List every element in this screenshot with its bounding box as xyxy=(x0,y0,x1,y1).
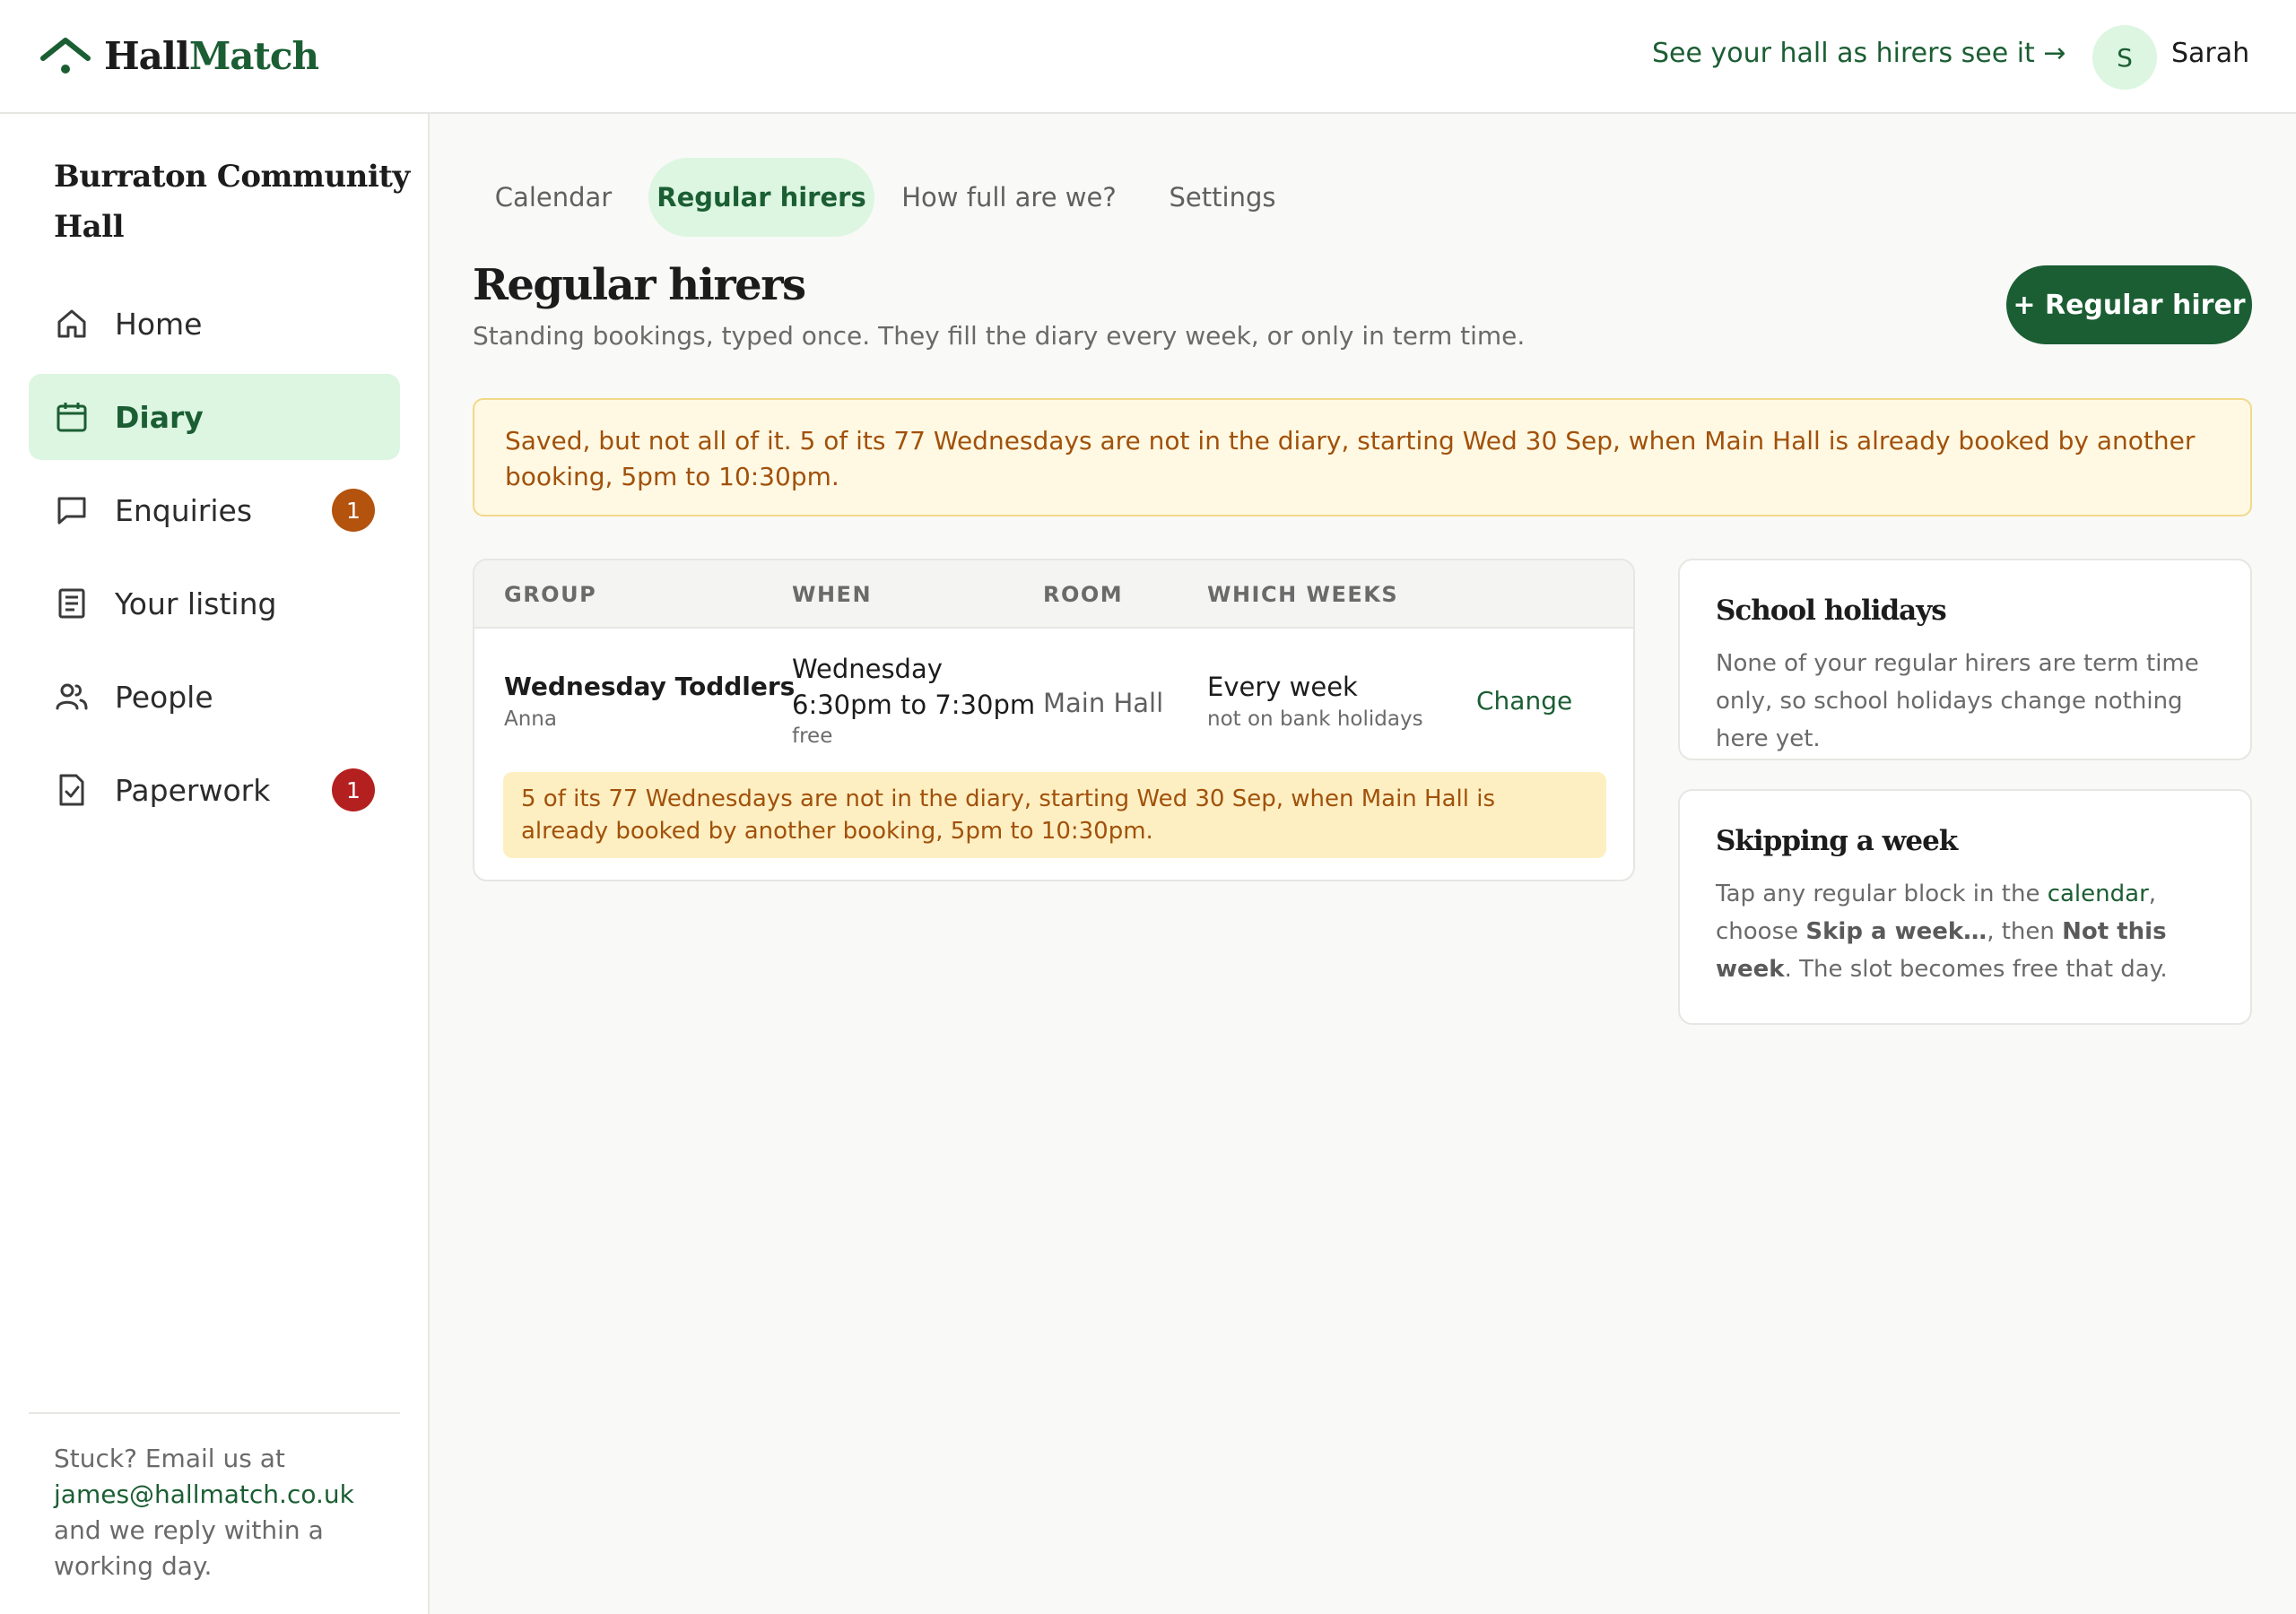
tab-how-full[interactable]: How full are we? xyxy=(892,158,1126,237)
calendar-icon xyxy=(57,403,87,432)
regular-hirers-table: GROUP WHEN ROOM WHICH WEEKS Wednesday To… xyxy=(473,559,1635,881)
partial-save-alert: Saved, but not all of it. 5 of its 77 We… xyxy=(473,398,2252,516)
avatar[interactable]: S xyxy=(2092,25,2157,90)
table-header: GROUP WHEN ROOM WHICH WEEKS xyxy=(474,560,1633,629)
tab-regular-hirers[interactable]: Regular hirers xyxy=(648,158,874,237)
booking-price: free xyxy=(792,725,833,748)
skipping-week-body: Tap any regular block in the calendar, c… xyxy=(1716,875,2214,988)
hirer-group-name: Wednesday Toddlers xyxy=(504,672,796,701)
skip-text-4: . The slot becomes free that day. xyxy=(1784,956,2168,983)
logo[interactable]: HallMatch xyxy=(39,34,319,78)
logo-text-hall: Hall xyxy=(104,34,190,78)
logo-text-match: Match xyxy=(188,34,319,78)
sidebar-item-your-listing[interactable]: Your listing xyxy=(29,560,400,646)
sidebar-item-label: People xyxy=(115,679,213,715)
sidebar-item-diary[interactable]: Diary xyxy=(29,374,400,460)
change-booking-link[interactable]: Change xyxy=(1476,686,1572,716)
add-regular-hirer-button[interactable]: + Regular hirer xyxy=(2006,265,2252,344)
roof-icon xyxy=(40,37,91,74)
tab-settings[interactable]: Settings xyxy=(1154,158,1291,237)
skip-text-1: Tap any regular block in the xyxy=(1716,881,2048,907)
people-icon xyxy=(56,683,88,710)
sidebar-item-enquiries[interactable]: Enquiries 1 xyxy=(29,467,400,553)
sidebar-item-paperwork[interactable]: Paperwork 1 xyxy=(29,747,400,833)
column-header-when: WHEN xyxy=(792,582,873,607)
help-email-link[interactable]: james@hallmatch.co.uk xyxy=(54,1477,395,1513)
row-clash-warning: 5 of its 77 Wednesdays are not in the di… xyxy=(503,772,1606,858)
skip-a-week-label: Skip a week… xyxy=(1805,918,1987,945)
booking-weeks: Every week xyxy=(1207,672,1358,702)
sidebar-item-label: Your listing xyxy=(115,586,277,621)
home-icon xyxy=(57,309,86,338)
page-subtitle: Standing bookings, typed once. They fill… xyxy=(473,321,1526,351)
user-name[interactable]: Sarah xyxy=(2171,38,2249,69)
school-holidays-card: School holidays None of your regular hir… xyxy=(1678,559,2252,760)
skip-text-3: , then xyxy=(1987,918,2063,945)
booking-weeks-note: not on bank holidays xyxy=(1207,707,1423,731)
sidebar-item-label: Paperwork xyxy=(115,772,271,808)
tab-calendar[interactable]: Calendar xyxy=(480,158,627,237)
logo-text: HallMatch xyxy=(104,34,319,78)
top-bar: HallMatch See your hall as hirers see it… xyxy=(0,0,2296,114)
sidebar-item-label: Home xyxy=(115,306,203,342)
school-holidays-title: School holidays xyxy=(1716,594,1947,627)
booking-room: Main Hall xyxy=(1043,688,1164,718)
booking-day: Wednesday xyxy=(792,654,943,684)
skipping-week-title: Skipping a week xyxy=(1716,825,1958,857)
paperwork-count-badge: 1 xyxy=(332,768,375,811)
preview-listing-link[interactable]: See your hall as hirers see it → xyxy=(1652,38,2066,69)
hall-name: Burraton Community Hall xyxy=(54,159,410,245)
column-header-room: ROOM xyxy=(1043,582,1124,607)
column-header-group: GROUP xyxy=(504,582,597,607)
listing-icon xyxy=(58,588,85,619)
sidebar: Burraton Community Hall Home Diary Enqui… xyxy=(0,114,430,1614)
chat-icon xyxy=(57,497,86,525)
skipping-week-card: Skipping a week Tap any regular block in… xyxy=(1678,789,2252,1025)
paperwork-icon xyxy=(59,774,84,806)
column-header-which-weeks: WHICH WEEKS xyxy=(1207,582,1399,607)
help-text: Stuck? Email us at james@hallmatch.co.uk… xyxy=(54,1441,395,1584)
sidebar-divider xyxy=(29,1412,400,1414)
hirer-contact-name: Anna xyxy=(504,707,557,731)
help-suffix: and we reply within a working day. xyxy=(54,1515,324,1581)
enquiries-count-badge: 1 xyxy=(332,489,375,532)
sidebar-item-home[interactable]: Home xyxy=(29,281,400,367)
page-title: Regular hirers xyxy=(473,260,806,310)
booking-time: 6:30pm to 7:30pm xyxy=(792,690,1036,720)
school-holidays-body: None of your regular hirers are term tim… xyxy=(1716,650,2199,752)
sidebar-item-label: Diary xyxy=(115,399,204,435)
calendar-link[interactable]: calendar xyxy=(2048,881,2149,907)
sidebar-item-label: Enquiries xyxy=(115,492,253,528)
help-prefix: Stuck? Email us at xyxy=(54,1444,285,1473)
sidebar-item-people[interactable]: People xyxy=(29,654,400,740)
